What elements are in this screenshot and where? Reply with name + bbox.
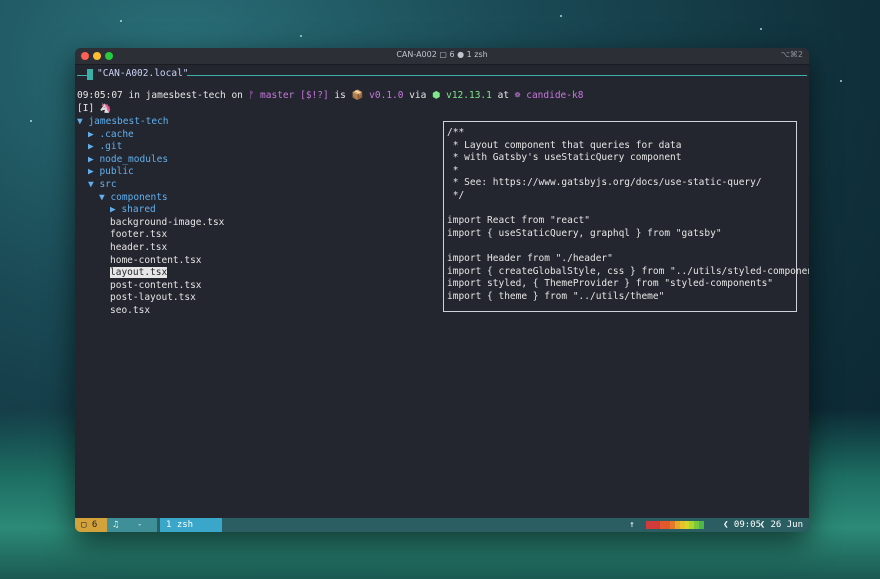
file-preview-panel: /** * Layout component that queries for …: [443, 121, 809, 312]
window-tab-zsh[interactable]: 1 zsh: [160, 518, 222, 532]
tree-item-label: ▶ .git: [88, 141, 123, 153]
prompt-git-status: [$!?]: [294, 90, 329, 101]
tree-file[interactable]: post-layout.tsx: [110, 292, 196, 305]
preview-code-line: * Layout component that queries for data: [447, 139, 682, 151]
tree-item-label: header.tsx: [110, 242, 168, 253]
preview-code-line: * with Gatsby's useStaticQuery component: [447, 152, 682, 164]
music-icon: ♫: [107, 518, 133, 532]
tree-file[interactable]: background-image.tsx: [110, 217, 224, 230]
tree-item-label: footer.tsx: [110, 229, 168, 241]
tree-item-label: ▼ jamesbest-tech: [77, 116, 169, 127]
session-indicator[interactable]: ▢ 6: [75, 518, 107, 532]
prompt-k8-context: candide-k8: [520, 90, 584, 101]
tree-item-label: seo.tsx: [110, 305, 151, 316]
tree-item-label: ▼ src: [88, 179, 117, 190]
tree-folder[interactable]: ▼ src: [88, 179, 117, 192]
tree-file[interactable]: layout.tsx: [110, 267, 168, 280]
background-star: [840, 80, 842, 82]
tree-item-label: layout.tsx: [110, 267, 168, 279]
prompt-user: jamesbest-tech: [145, 90, 226, 101]
terminal-window[interactable]: CAN-A002 ▢ 6 ● 1 zsh ⌥⌘2 "CAN-A002.local…: [75, 48, 809, 532]
pane-host-label: "CAN-A002.local": [97, 68, 189, 79]
tree-file[interactable]: seo.tsx: [110, 305, 150, 318]
preview-code-line: import { useStaticQuery, graphql } from …: [447, 227, 722, 239]
tree-item-label: background-image.tsx: [110, 216, 225, 228]
window-shortcut: ⌥⌘2: [780, 50, 803, 59]
tree-item-label: ▶ node_modules: [88, 153, 169, 165]
preview-code-line: import React from "react": [447, 215, 590, 227]
tree-item-label: ▶ shared: [110, 204, 156, 216]
preview-code-line: * See: https://www.gatsbyjs.org/docs/use…: [447, 177, 762, 189]
pane-marker: [87, 69, 93, 80]
preview-code-line: import { theme } from "../utils/theme": [447, 290, 665, 302]
window-title: CAN-A002 ▢ 6 ● 1 zsh: [396, 50, 488, 59]
tree-item-label: home-content.tsx: [110, 254, 202, 266]
tree-folder[interactable]: ▼ components: [99, 192, 168, 205]
tree-file[interactable]: footer.tsx: [110, 229, 167, 242]
prompt-branch: master: [254, 90, 295, 101]
tree-item-label: post-content.tsx: [110, 279, 202, 291]
tree-folder[interactable]: ▶ node_modules: [88, 154, 168, 167]
status-time: ❮ 09:05: [723, 520, 761, 530]
preview-code-line: import styled, { ThemeProvider } from "s…: [447, 278, 774, 290]
preview-code-line: *: [447, 164, 459, 176]
cpu-load-bars: [646, 521, 704, 529]
status-date: ❮ 26 Jun: [759, 520, 803, 530]
pane-rule-right: [187, 75, 807, 76]
tree-item-label: ▶ .cache: [88, 128, 134, 140]
background-star: [120, 20, 122, 22]
background-star: [760, 28, 762, 30]
tree-file[interactable]: header.tsx: [110, 242, 167, 255]
package-icon: 📦: [351, 90, 364, 101]
preview-code-line: import Header from "./header": [447, 253, 613, 264]
tree-item-label: ▶ public: [88, 166, 134, 178]
background-star: [560, 15, 562, 17]
tree-file[interactable]: home-content.tsx: [110, 255, 202, 268]
tree-folder[interactable]: ▶ public: [88, 166, 134, 179]
tree-item-label: post-layout.tsx: [110, 292, 196, 304]
preview-code-line: import { createGlobalStyle, css } from "…: [447, 265, 809, 277]
preview-code-line: /**: [447, 127, 465, 138]
vim-mode-indicator: [I] 🦄: [77, 103, 112, 114]
status-dash: -: [131, 518, 157, 532]
title-bar[interactable]: CAN-A002 ▢ 6 ● 1 zsh ⌥⌘2: [75, 48, 809, 65]
background-star: [30, 120, 32, 122]
shell-prompt: 09:05:07 in jamesbest-tech on ᚠ master […: [77, 90, 584, 101]
tmux-pane-header: "CAN-A002.local": [75, 68, 809, 81]
tmux-status-bar: ▢ 6 ♫ - 1 zsh ↑ ❮ 09:05 ❮ 26 Jun: [75, 518, 809, 532]
background-star: [300, 35, 302, 37]
prompt-package-version: v0.1.0: [363, 90, 404, 101]
pane-rule-left: [77, 75, 87, 76]
upload-arrow-icon: ↑: [629, 520, 635, 530]
prompt-node-version: v12.13.1: [440, 90, 492, 101]
tree-file[interactable]: post-content.tsx: [110, 280, 202, 293]
terminal-content[interactable]: "CAN-A002.local" 09:05:07 in jamesbest-t…: [75, 65, 809, 518]
tree-folder[interactable]: ▶ .git: [88, 141, 122, 154]
tree-folder[interactable]: ▶ shared: [110, 204, 156, 217]
prompt-time: 09:05:07: [77, 90, 123, 101]
preview-code-line: */: [447, 190, 465, 201]
tree-folder[interactable]: ▼ jamesbest-tech: [77, 116, 169, 129]
tree-folder[interactable]: ▶ .cache: [88, 129, 134, 142]
tree-item-label: ▼ components: [99, 191, 168, 203]
